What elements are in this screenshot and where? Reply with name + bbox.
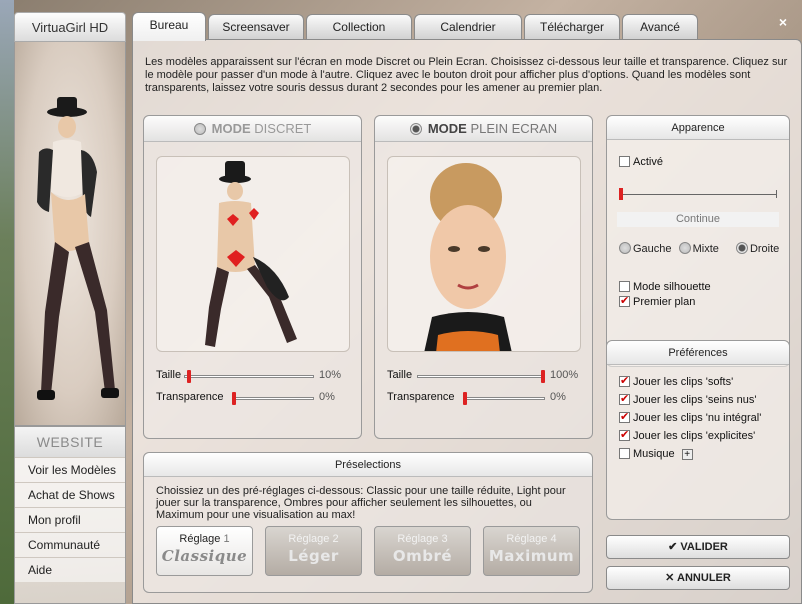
discret-size-track[interactable] [184, 375, 314, 378]
validate-button[interactable]: ✔ VALIDER [606, 535, 790, 559]
apparence-slider-thumb[interactable] [619, 188, 623, 200]
plein-transparency-slider[interactable]: Transparence 0% [387, 391, 587, 405]
presets-title: Préselections [144, 453, 592, 477]
mode-discret-radio[interactable] [193, 123, 206, 135]
main-panel: Les modèles apparaissent sur l'écran en … [132, 39, 802, 604]
mode-discret-label: MODE DISCRET [211, 121, 312, 136]
preset-2-button[interactable]: Réglage 2 Léger [265, 526, 362, 576]
pref-nu-checkbox[interactable] [619, 410, 630, 424]
tab-telecharger[interactable]: Télécharger [524, 14, 620, 39]
link-mon-profil[interactable]: Mon profil [15, 507, 125, 532]
app-window: VirtuaGirl HD WEBSITE Voir les Modèles A… [0, 0, 802, 604]
discret-transparency-thumb[interactable] [232, 392, 236, 405]
app-title: VirtuaGirl HD [14, 12, 126, 42]
front-checkbox-row[interactable]: Premier plan [619, 294, 695, 309]
tab-collection[interactable]: Collection [306, 14, 412, 39]
desktop-background [0, 0, 14, 604]
apparence-slider[interactable] [619, 188, 777, 200]
pref-seins-row[interactable]: Jouer les clips 'seins nus' [619, 392, 756, 407]
mode-discret-preview[interactable] [156, 156, 350, 352]
close-icon[interactable]: × [774, 13, 792, 31]
plein-size-track[interactable] [417, 375, 545, 378]
pref-seins-checkbox[interactable] [619, 392, 630, 406]
silhouette-checkbox[interactable] [619, 281, 630, 292]
check-icon: ✔ [668, 541, 678, 553]
mode-discret-panel: MODE DISCRET Taille 10% Transparence 0% [143, 115, 362, 439]
cross-icon: ✕ [665, 572, 675, 584]
align-radio-group: Gauche Mixte Droite [619, 242, 779, 255]
silhouette-checkbox-row[interactable]: Mode silhouette [619, 280, 711, 294]
align-left-radio[interactable] [619, 242, 631, 254]
tab-screensaver[interactable]: Screensaver [208, 14, 304, 39]
pref-musique-row[interactable]: Musique + [619, 447, 693, 461]
sidebar: VirtuaGirl HD WEBSITE Voir les Modèles A… [14, 12, 126, 604]
continue-button[interactable]: Continue [617, 212, 779, 227]
pref-softs-row[interactable]: Jouer les clips 'softs' [619, 374, 733, 389]
link-aide[interactable]: Aide [15, 557, 125, 582]
face-model-icon [424, 163, 512, 351]
front-checkbox[interactable] [619, 294, 630, 308]
apparence-panel: Apparence Activé Continue Gauche Mixte D… [606, 115, 790, 367]
mode-discret-header[interactable]: MODE DISCRET [144, 116, 361, 142]
link-achat-shows[interactable]: Achat de Shows [15, 482, 125, 507]
active-checkbox[interactable] [619, 156, 630, 167]
music-plus-icon[interactable]: + [681, 449, 693, 460]
plein-transparency-track[interactable] [463, 397, 545, 400]
pref-softs-checkbox[interactable] [619, 374, 630, 388]
website-title: WEBSITE [15, 427, 125, 457]
discret-transparency-track[interactable] [232, 397, 314, 400]
discret-transparency-slider[interactable]: Transparence 0% [156, 391, 356, 405]
model-figure-icon [37, 97, 119, 400]
link-communaute[interactable]: Communauté [15, 532, 125, 557]
tab-bureau[interactable]: Bureau [132, 12, 206, 41]
pref-musique-checkbox[interactable] [619, 448, 630, 459]
preferences-panel: Préférences Jouer les clips 'softs' Joue… [606, 340, 790, 520]
plein-size-slider[interactable]: Taille 100% [387, 369, 587, 383]
pref-explicites-checkbox[interactable] [619, 428, 630, 442]
website-panel: WEBSITE Voir les Modèles Achat de Shows … [14, 426, 126, 604]
mode-plein-preview[interactable] [387, 156, 581, 352]
preset-3-button[interactable]: Réglage 3 Ombré [374, 526, 471, 576]
pref-explicites-row[interactable]: Jouer les clips 'explicites' [619, 428, 755, 443]
align-right-radio[interactable] [735, 242, 748, 254]
mode-plein-radio[interactable] [409, 123, 422, 135]
mode-plein-label: MODE PLEIN ECRAN [427, 121, 558, 136]
preferences-title: Préférences [607, 341, 789, 365]
mode-plein-panel: MODE PLEIN ECRAN Taille 100% Transparenc… [374, 115, 593, 439]
presets-description: Choissiez un des pré-réglages ci-dessous… [156, 485, 566, 521]
preset-4-button[interactable]: Réglage 4 Maximum [483, 526, 580, 576]
tab-avance[interactable]: Avancé [622, 14, 698, 39]
plein-transparency-thumb[interactable] [463, 392, 467, 405]
small-model-icon [205, 161, 297, 347]
link-voir-modeles[interactable]: Voir les Modèles [15, 457, 125, 482]
sidebar-model-image [14, 42, 126, 426]
discret-size-thumb[interactable] [187, 370, 191, 383]
align-mid-radio[interactable] [678, 242, 691, 254]
pref-nu-row[interactable]: Jouer les clips 'nu intégral' [619, 410, 761, 425]
cancel-button[interactable]: ✕ ANNULER [606, 566, 790, 590]
tab-calendrier[interactable]: Calendrier [414, 14, 522, 39]
mode-plein-header[interactable]: MODE PLEIN ECRAN [375, 116, 592, 142]
apparence-title: Apparence [607, 116, 789, 140]
active-checkbox-row[interactable]: Activé [619, 155, 663, 169]
plein-size-thumb[interactable] [541, 370, 545, 383]
preset-1-button[interactable]: Réglage 1 Classique [156, 526, 253, 576]
intro-text: Les modèles apparaissent sur l'écran en … [145, 56, 788, 94]
discret-size-slider[interactable]: Taille 10% [156, 369, 356, 383]
